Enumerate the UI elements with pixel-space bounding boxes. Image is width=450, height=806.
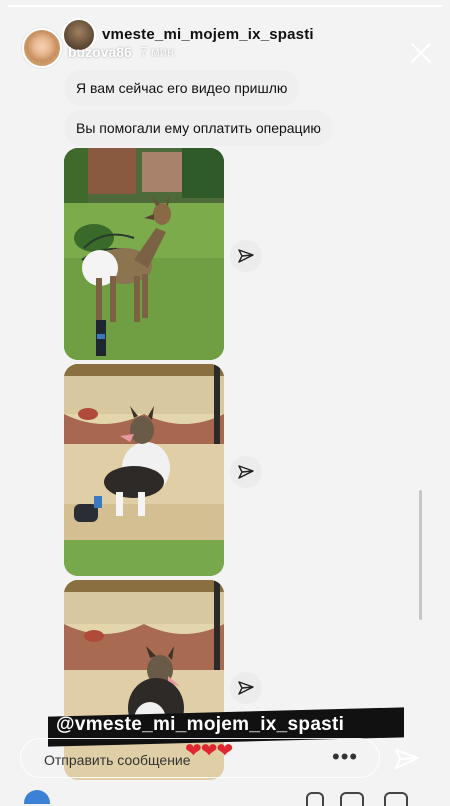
message-bubble: Вы помогали ему оплатить операцию [64, 110, 333, 146]
share-button-2[interactable] [230, 456, 262, 488]
sticker-icon[interactable] [384, 792, 408, 806]
photo-message-1[interactable] [64, 148, 224, 360]
photo-message-2[interactable] [64, 364, 224, 576]
share-icon [238, 681, 254, 695]
send-icon[interactable] [394, 746, 420, 772]
message-text: Я вам сейчас его видео пришлю [76, 80, 288, 96]
share-button-3[interactable] [230, 672, 262, 704]
mention-sticker[interactable]: @vmeste_mi_mojem_ix_spasti [56, 714, 344, 736]
dog-standing-photo [64, 148, 224, 360]
story-author-username[interactable]: buzova86 [68, 44, 132, 60]
chat-scrollbar[interactable] [419, 490, 422, 620]
bottom-toolbar [0, 784, 450, 800]
story-timestamp: 7 мин [140, 44, 175, 59]
close-icon[interactable] [408, 40, 434, 66]
mic-icon[interactable] [306, 792, 324, 806]
message-text: Вы помогали ему оплатить операцию [76, 120, 321, 136]
story-author-avatar[interactable] [22, 28, 62, 68]
share-icon [238, 249, 254, 263]
message-bubble: Я вам сейчас его видео пришлю [64, 70, 300, 106]
gallery-icon[interactable] [340, 792, 364, 806]
story-progress-fill [8, 5, 442, 7]
dog-on-swing-photo [64, 364, 224, 576]
share-button-1[interactable] [230, 240, 262, 272]
story-progress-bar [8, 5, 442, 7]
share-icon [238, 465, 254, 479]
more-options-icon[interactable]: ••• [332, 746, 358, 768]
dm-title[interactable]: vmeste_mi_mojem_ix_spasti [102, 26, 314, 43]
hearts-sticker: ❤❤❤ [185, 740, 233, 762]
reply-placeholder: Отправить сообщение [44, 752, 191, 768]
